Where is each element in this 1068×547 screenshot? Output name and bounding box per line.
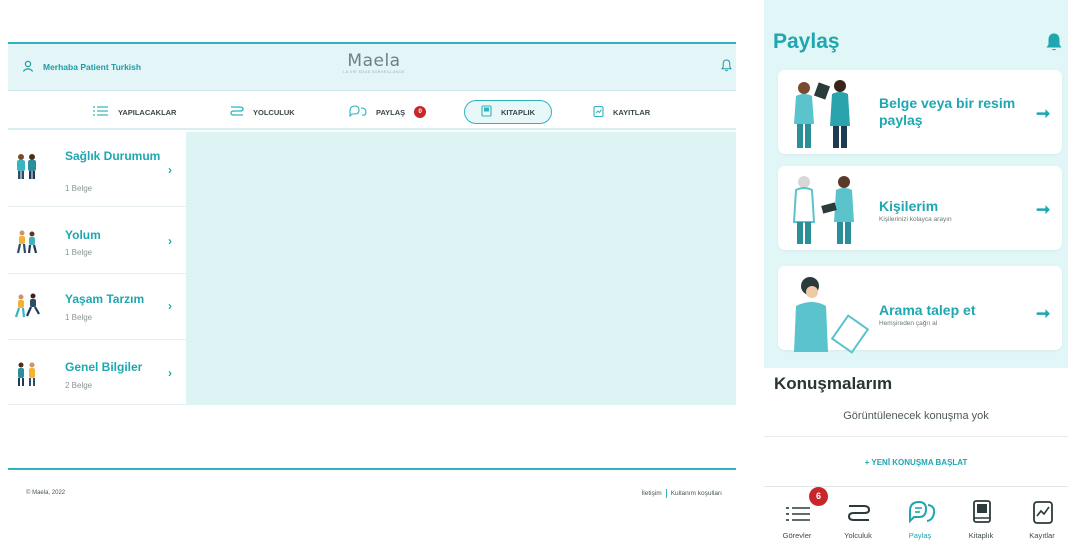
tab-label: Kitaplık bbox=[968, 531, 994, 540]
records-icon bbox=[1030, 497, 1056, 527]
logo-tagline: LA VIE SOUS SURVEILLANCE bbox=[343, 70, 405, 74]
nurse-phone-illustration-icon bbox=[782, 270, 872, 359]
library-item-title: Yolum bbox=[65, 228, 101, 242]
share-document-card[interactable]: Belge veya bir resim paylaş ➞ bbox=[778, 70, 1062, 154]
list-icon bbox=[93, 105, 109, 119]
card-title: Arama talep et bbox=[879, 302, 976, 318]
book-icon bbox=[969, 497, 995, 527]
tab-label: Kayıtlar bbox=[1029, 531, 1055, 540]
book-icon bbox=[481, 105, 492, 119]
chevron-right-icon: › bbox=[168, 366, 172, 380]
request-call-card[interactable]: Arama talep et Hemşireden çağrı al ➞ bbox=[778, 266, 1062, 354]
copyright-text: © Maela, 2022 bbox=[26, 490, 66, 496]
library-content-panel bbox=[186, 132, 736, 405]
nav-tasks[interactable]: YAPILACAKLAR bbox=[93, 100, 176, 124]
bottom-tab-bar: 6 Görevler Yolculuk Paylaş Kitaplık Kayı… bbox=[764, 486, 1068, 547]
share-chat-icon bbox=[908, 497, 936, 527]
bell-icon[interactable] bbox=[1045, 32, 1063, 57]
greeting-text: Merhaba Patient Turkish bbox=[43, 62, 142, 72]
list-icon bbox=[785, 497, 811, 527]
library-item-general[interactable]: Genel Bilgiler 2 Belge › bbox=[8, 340, 186, 405]
tab-label: Paylaş bbox=[908, 531, 932, 540]
main-nav: YAPILACAKLAR YOLCULUK PAYLAŞ 0 KITAPLIK … bbox=[8, 92, 736, 130]
library-item-title: Genel Bilgiler bbox=[65, 360, 143, 374]
arrow-right-icon: ➞ bbox=[1036, 104, 1051, 123]
nav-library-label: KITAPLIK bbox=[501, 107, 536, 117]
bell-icon[interactable] bbox=[721, 59, 732, 77]
library-item-count: 1 Belge bbox=[65, 248, 93, 257]
library-item-count: 1 Belge bbox=[65, 184, 93, 193]
user-icon bbox=[22, 60, 34, 74]
chevron-right-icon: › bbox=[168, 163, 172, 177]
share-badge: 0 bbox=[414, 106, 427, 118]
nav-library[interactable]: KITAPLIK bbox=[464, 100, 553, 124]
share-screen-top: Paylaş Belge veya bir resim paylaş ➞ Kiş… bbox=[764, 0, 1068, 368]
empty-conversations-text: Görüntülenecek konuşma yok bbox=[843, 410, 989, 422]
library-item-lifestyle[interactable]: Yaşam Tarzım 1 Belge › bbox=[8, 274, 186, 340]
card-subtitle: Kişilerinizi kolayca arayın bbox=[879, 216, 952, 223]
user-greeting[interactable]: Merhaba Patient Turkish bbox=[22, 60, 141, 74]
share-chat-icon bbox=[349, 105, 367, 119]
page-title: Paylaş bbox=[773, 30, 840, 53]
nav-journey-label: YOLCULUK bbox=[253, 107, 295, 117]
card-title: Kişilerim bbox=[879, 198, 939, 214]
doctors-illustration-icon bbox=[14, 152, 40, 185]
contacts-card[interactable]: Kişilerim Kişilerinizi kolayca arayın ➞ bbox=[778, 166, 1062, 250]
conversations-heading: Konuşmalarım bbox=[774, 374, 893, 393]
card-title: Belge veya bir resim paylaş bbox=[879, 95, 1016, 128]
logo-text: Maela bbox=[347, 51, 401, 71]
new-conversation-button[interactable]: + YENİ KONUŞMA BAŞLAT bbox=[764, 458, 1068, 467]
terms-link[interactable]: Kullanım koşulları bbox=[671, 490, 722, 497]
card-subtitle: Hemşireden çağrı al bbox=[879, 320, 938, 327]
nav-records-label: KAYITLAR bbox=[613, 107, 651, 117]
records-icon bbox=[593, 105, 604, 119]
header-bar: Merhaba Patient Turkish Maela LA VIE SOU… bbox=[8, 44, 736, 91]
library-item-path[interactable]: Yolum 1 Belge › bbox=[8, 207, 186, 274]
library-item-count: 2 Belge bbox=[65, 381, 93, 390]
exercise-people-illustration-icon bbox=[14, 292, 42, 325]
mobile-app: Paylaş Belge veya bir resim paylaş ➞ Kiş… bbox=[764, 0, 1068, 547]
nav-records[interactable]: KAYITLAR bbox=[593, 100, 650, 124]
library-item-health[interactable]: Sağlık Durumum 1 Belge › bbox=[8, 132, 186, 207]
library-item-title: Yaşam Tarzım bbox=[65, 292, 145, 306]
journey-icon bbox=[230, 105, 244, 119]
footer-links: İletişim Kullanım koşulları bbox=[641, 489, 722, 498]
nav-share-label: PAYLAŞ bbox=[376, 107, 406, 117]
footer-divider bbox=[665, 489, 667, 498]
arrow-right-icon: ➞ bbox=[1036, 200, 1051, 219]
library-item-count: 1 Belge bbox=[65, 313, 93, 322]
chevron-right-icon: › bbox=[168, 234, 172, 248]
tab-label: Görevler bbox=[782, 531, 812, 540]
nav-journey[interactable]: YOLCULUK bbox=[230, 100, 295, 124]
chevron-right-icon: › bbox=[168, 299, 172, 313]
maela-logo[interactable]: Maela LA VIE SOUS SURVEILLANCE bbox=[334, 52, 414, 74]
walking-people-illustration-icon bbox=[14, 229, 40, 260]
doctors-clipboard-illustration-icon bbox=[782, 170, 872, 251]
tab-label: Yolculuk bbox=[844, 531, 872, 540]
tasks-badge: 6 bbox=[809, 487, 828, 506]
divider bbox=[764, 436, 1068, 437]
family-illustration-icon bbox=[14, 360, 40, 393]
nav-tasks-label: YAPILACAKLAR bbox=[118, 107, 177, 117]
nav-share[interactable]: PAYLAŞ 0 bbox=[349, 100, 427, 124]
journey-icon bbox=[846, 497, 872, 527]
library-item-title: Sağlık Durumum bbox=[65, 149, 161, 163]
contact-link[interactable]: İletişim bbox=[641, 490, 661, 497]
arrow-right-icon: ➞ bbox=[1036, 304, 1051, 323]
doctors-xray-illustration-icon bbox=[782, 74, 872, 155]
library-categories: Sağlık Durumum 1 Belge › Yolum 1 Belge ›… bbox=[8, 132, 186, 405]
footer-line bbox=[8, 468, 736, 470]
desktop-app: Merhaba Patient Turkish Maela LA VIE SOU… bbox=[8, 42, 736, 512]
